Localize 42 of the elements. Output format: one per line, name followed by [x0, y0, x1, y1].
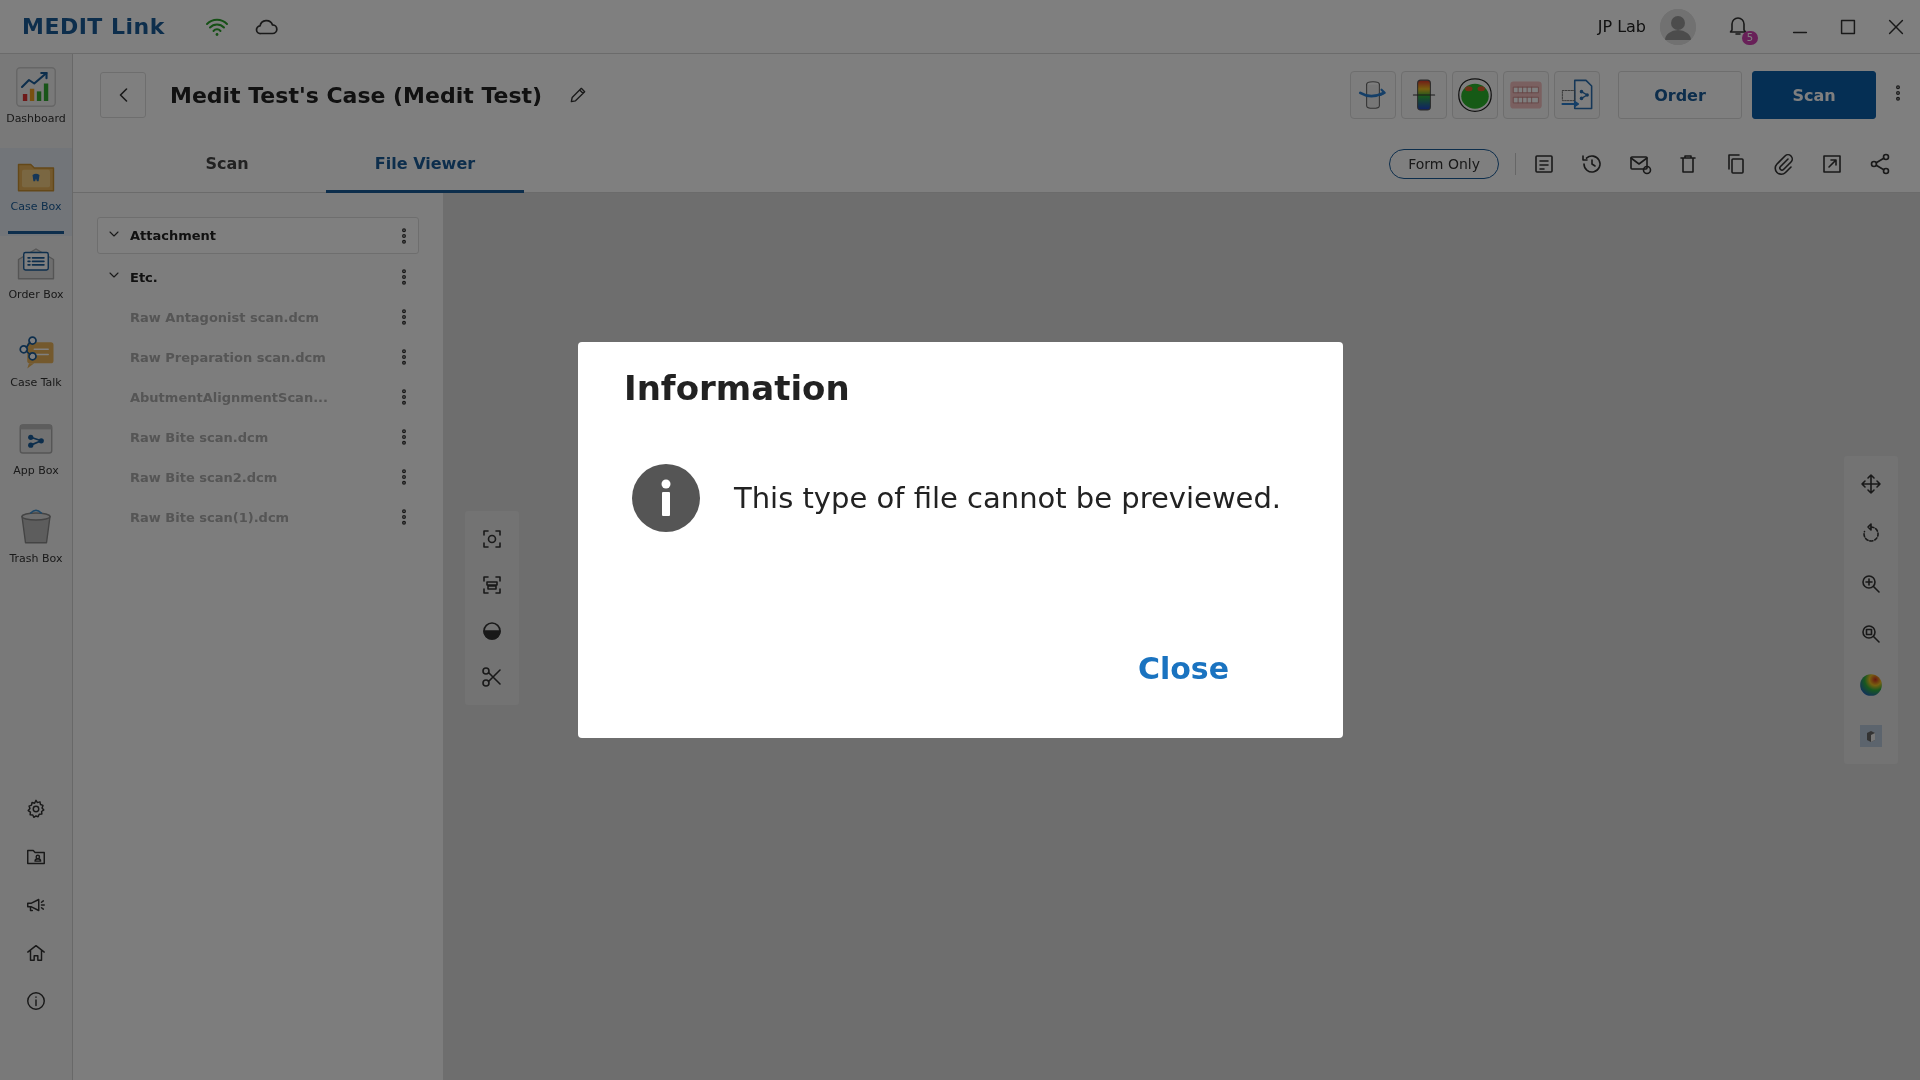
sidebar-item[interactable]: Case Talk: [0, 324, 72, 412]
notification-badge: 5: [1741, 30, 1758, 45]
share-icon[interactable]: [1868, 152, 1892, 176]
user-name: JP Lab: [1597, 17, 1646, 36]
sidebar-item[interactable]: Case Box: [0, 148, 72, 236]
dialog-title: Information: [624, 368, 851, 408]
settings-icon[interactable]: [25, 798, 47, 820]
zoom-in-icon[interactable]: [1859, 572, 1883, 596]
filter-button[interactable]: Form Only: [1389, 149, 1499, 179]
folder-name: Attachment: [130, 228, 218, 243]
close-button[interactable]: Close: [1129, 647, 1237, 690]
home-icon[interactable]: [25, 942, 47, 964]
scissors-icon[interactable]: [480, 665, 504, 689]
half-circle-icon[interactable]: [480, 619, 504, 643]
sidebar-item[interactable]: Order Box: [0, 236, 72, 324]
tab[interactable]: Scan: [128, 136, 326, 193]
cube-icon[interactable]: [1859, 724, 1883, 748]
sidebar-item[interactable]: Dashboard: [0, 60, 72, 148]
app-logo: MEDIT Link: [22, 14, 165, 39]
sidebar-item[interactable]: Trash Box: [0, 500, 72, 588]
folder-row[interactable]: Etc.: [97, 257, 419, 297]
color-sphere-icon[interactable]: [1858, 672, 1884, 698]
folder-row[interactable]: Attachment: [97, 217, 419, 254]
info-icon: [632, 464, 700, 532]
primary-button[interactable]: Scan: [1752, 71, 1876, 119]
focus-icon[interactable]: [480, 527, 504, 551]
open-external-icon[interactable]: [1820, 152, 1844, 176]
case-title: Medit Test's Case (Medit Test): [170, 82, 543, 108]
chevron-left-icon: [118, 88, 128, 102]
scan-teeth-icon[interactable]: [480, 573, 504, 597]
move-icon[interactable]: [1859, 472, 1883, 496]
history-icon[interactable]: [1580, 152, 1604, 176]
folder-name: Etc.: [130, 269, 159, 285]
note-icon[interactable]: [1532, 152, 1556, 176]
attach-icon[interactable]: [1772, 152, 1796, 176]
zoom-fit-icon[interactable]: [1859, 622, 1883, 646]
sidebar-item[interactable]: App Box: [0, 412, 72, 500]
dialog-message: This type of file cannot be previewed.: [734, 481, 1282, 515]
info-icon[interactable]: [25, 990, 47, 1012]
chart-icon: [15, 66, 57, 108]
heatmap-icon[interactable]: [1455, 75, 1495, 115]
secondary-button[interactable]: Order: [1618, 71, 1742, 119]
